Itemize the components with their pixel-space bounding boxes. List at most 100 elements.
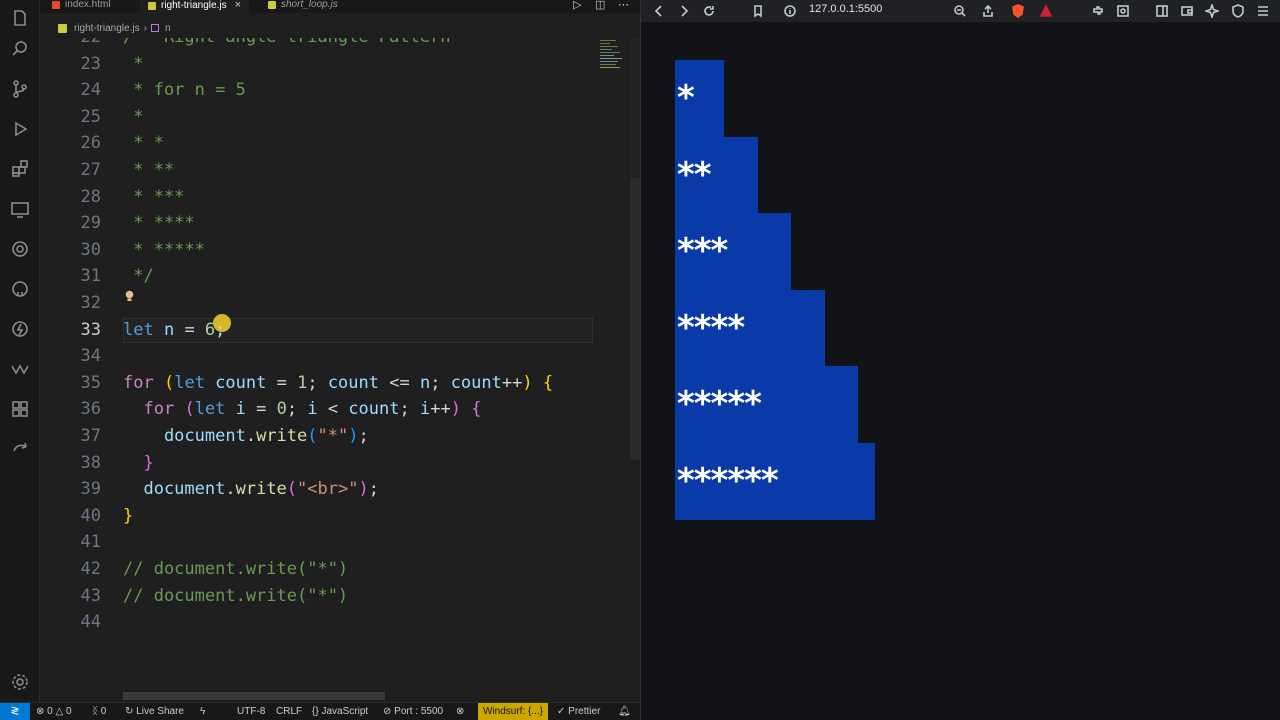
broadcast-icon[interactable]: ⊗ <box>456 703 464 720</box>
prettier-status[interactable]: ✓ Prettier <box>557 703 600 720</box>
screenshot-icon[interactable] <box>1114 2 1132 20</box>
code-line[interactable]: 36 for (let i = 0; i < count; i++) { <box>40 396 630 423</box>
live-server-port[interactable]: ⊘ Port : 5500 <box>383 703 443 720</box>
reload-icon[interactable] <box>700 2 718 20</box>
code-editor[interactable]: 22/* Right angle triangle Pattern23 *24 … <box>40 38 630 690</box>
tab-right-triangle-js[interactable]: right-triangle.js × <box>140 0 250 13</box>
line-number: 26 <box>80 133 101 154</box>
code-line[interactable]: 27 * ** <box>40 157 630 184</box>
bookmark-icon[interactable] <box>749 2 767 20</box>
lightning-icon[interactable] <box>10 319 30 339</box>
github-icon[interactable] <box>10 279 30 299</box>
code-line[interactable]: 29 * **** <box>40 210 630 237</box>
zoom-icon[interactable] <box>951 2 969 20</box>
code-line[interactable]: 43 // document.write("*") <box>40 583 630 610</box>
search-icon[interactable] <box>10 39 30 59</box>
breadcrumb-file[interactable]: right-triangle.js <box>74 23 140 34</box>
code-token: ( <box>286 479 298 500</box>
minimap[interactable] <box>598 38 626 88</box>
menu-icon[interactable] <box>1254 2 1272 20</box>
code-line[interactable]: 41 <box>40 529 630 556</box>
extensions-icon[interactable] <box>10 159 30 179</box>
code-token: = <box>184 319 205 340</box>
braces-icon: {} <box>312 706 319 717</box>
tab-index-html[interactable]: index.html <box>52 0 111 13</box>
explorer-icon[interactable] <box>10 8 30 28</box>
leo-ai-icon[interactable] <box>1203 2 1221 20</box>
brave-rewards-icon[interactable] <box>1037 2 1055 20</box>
sync-icon[interactable]: ϟ <box>200 703 205 720</box>
code-line[interactable]: 24 * for n = 5 <box>40 77 630 104</box>
language-mode[interactable]: {} JavaScript <box>312 703 368 720</box>
code-text: // document.write("*") <box>123 583 348 610</box>
forward-icon[interactable] <box>675 2 693 20</box>
code-line[interactable]: 25 * <box>40 104 630 131</box>
code-line[interactable]: 33 let n = 6; <box>40 317 630 344</box>
code-token: count <box>450 372 502 393</box>
windsurf-icon[interactable] <box>10 359 30 379</box>
wallet-icon[interactable] <box>1178 2 1196 20</box>
share-page-icon[interactable] <box>979 2 997 20</box>
ports-count: 0 <box>100 706 107 717</box>
tab-short-loop-js[interactable]: short_loop.js <box>268 0 338 13</box>
settings-gear-icon[interactable] <box>10 672 30 692</box>
split-editor-icon[interactable]: ◫ <box>595 0 605 13</box>
code-line[interactable]: 40} <box>40 503 630 530</box>
code-token: ; <box>430 372 451 393</box>
code-line[interactable]: 35 for (let count = 1; count <= n; count+… <box>40 370 630 397</box>
share-icon[interactable] <box>10 439 30 459</box>
code-line[interactable]: 37 document.write("*"); <box>40 423 630 450</box>
browser-icon[interactable] <box>10 239 30 259</box>
run-debug-icon[interactable] <box>10 119 30 139</box>
ports-indicator[interactable]: ᛝ 0 <box>92 703 106 720</box>
code-text: document.write("*"); <box>123 423 369 450</box>
code-line[interactable]: 44 <box>40 609 630 636</box>
code-token: count <box>204 372 277 393</box>
problems-indicator[interactable]: ⊗ 0 △ 0 <box>36 703 72 720</box>
scroll-track <box>630 38 640 178</box>
windsurf-status[interactable]: Windsurf: {...} <box>478 703 549 720</box>
vertical-scrollbar[interactable] <box>630 178 640 460</box>
brave-shield-icon[interactable] <box>1009 2 1027 20</box>
code-line[interactable]: 23 * <box>40 51 630 78</box>
code-token: i <box>307 399 328 420</box>
site-info-icon[interactable] <box>781 2 799 20</box>
breadcrumb-symbol[interactable]: n <box>165 23 171 34</box>
close-icon[interactable]: × <box>235 0 241 11</box>
code-line[interactable]: 26 * * <box>40 130 630 157</box>
testing-icon[interactable] <box>10 399 30 419</box>
live-share-icon: ↻ <box>125 706 134 717</box>
sidebar-icon[interactable] <box>1153 2 1171 20</box>
code-line[interactable]: 28 * *** <box>40 184 630 211</box>
tab-label: short_loop.js <box>281 0 338 10</box>
code-line[interactable]: 42 // document.write("*") <box>40 556 630 583</box>
code-line[interactable]: 31 */ <box>40 263 630 290</box>
code-token: = <box>276 372 298 393</box>
source-control-icon[interactable] <box>10 79 30 99</box>
code-line[interactable]: 38 } <box>40 450 630 477</box>
code-line[interactable]: 34 <box>40 343 630 370</box>
js-file-icon <box>58 23 67 33</box>
encoding-indicator[interactable]: UTF-8 <box>237 703 265 720</box>
code-line[interactable]: 39 document.write("<br>"); <box>40 476 630 503</box>
remote-explorer-icon[interactable] <box>10 199 30 219</box>
code-line[interactable]: 22 /* Right angle triangle Pattern <box>40 38 630 51</box>
code-line[interactable]: 30 * ***** <box>40 237 630 264</box>
notifications-bell-icon[interactable]: 🔔︎ <box>618 703 631 720</box>
more-actions-icon[interactable]: ⋯ <box>618 0 629 13</box>
run-file-icon[interactable]: ▷ <box>573 0 581 13</box>
code-token: n <box>153 319 185 340</box>
back-icon[interactable] <box>650 2 668 20</box>
code-line[interactable]: 32 <box>40 290 630 317</box>
line-number: 32 <box>80 293 101 313</box>
extensions-icon[interactable] <box>1089 2 1107 20</box>
vpn-icon[interactable] <box>1229 2 1247 20</box>
code-token: ) <box>348 426 359 446</box>
address-bar[interactable]: 127.0.0.1:5500 <box>809 3 882 15</box>
horizontal-scrollbar[interactable] <box>123 692 385 700</box>
remote-indicator[interactable]: ≷ <box>0 703 30 720</box>
eol-indicator[interactable]: CRLF <box>276 703 302 720</box>
live-share-button[interactable]: ↻ Live Share <box>125 703 184 720</box>
code-token: ; <box>215 319 226 340</box>
